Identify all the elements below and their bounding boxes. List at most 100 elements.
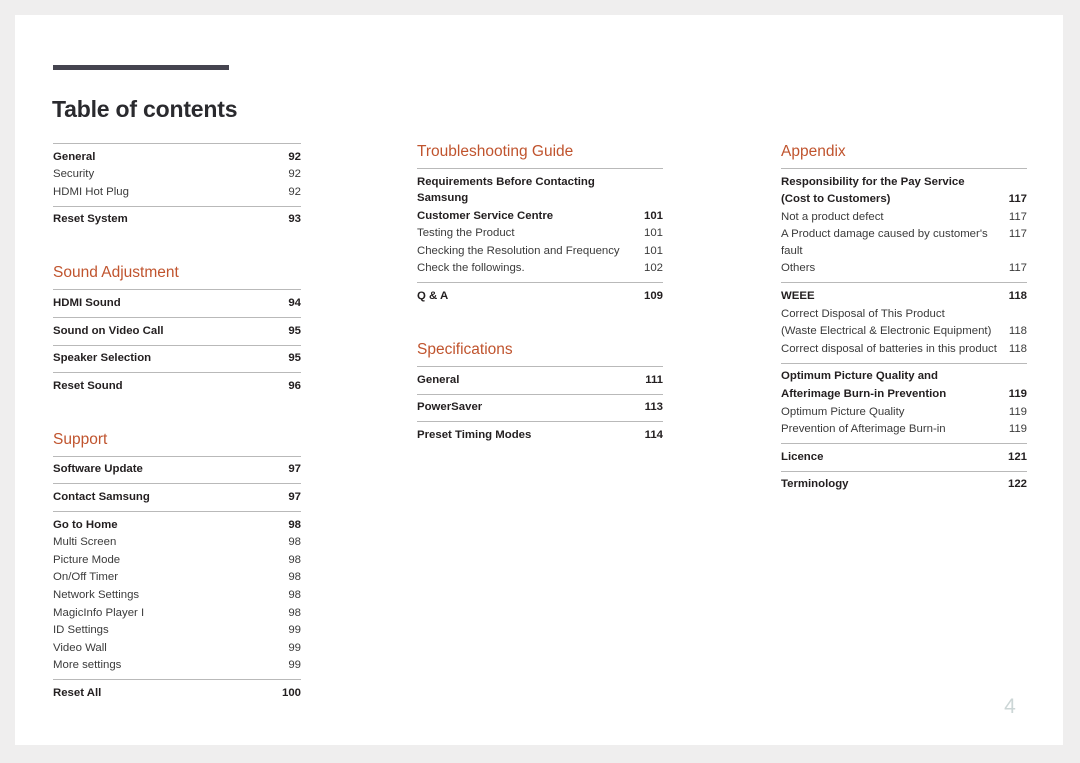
toc-entry[interactable]: Correct Disposal of This Product — [781, 305, 1027, 323]
toc-entry[interactable]: Video Wall 99 — [53, 639, 301, 657]
toc-entry[interactable]: Licence 121 — [781, 448, 1027, 466]
toc-entry[interactable]: Reset System 93 — [53, 211, 301, 229]
toc-entry-label: Preset Timing Modes — [417, 428, 532, 441]
toc-section-heading: Sound Adjustment — [53, 264, 179, 282]
toc-group: Preset Timing Modes 114 — [417, 421, 663, 449]
toc-entry-label: Customer Service Centre — [417, 209, 554, 222]
toc-entry[interactable]: Testing the Product 101 — [417, 225, 663, 243]
toc-column-left: General 92 Security 92 HDMI Hot Plug 92 Reset … — [53, 143, 301, 707]
toc-entry[interactable]: (Waste Electrical & Electronic Equipment… — [781, 323, 1027, 341]
toc-entry-page-number: 92 — [288, 185, 301, 198]
toc-entry-label: WEEE — [781, 290, 815, 303]
toc-entry-label: Multi Screen — [53, 536, 117, 549]
toc-entry-label: (Waste Electrical & Electronic Equipment… — [781, 325, 992, 338]
toc-entry-page-number: 95 — [288, 324, 301, 337]
toc-entry[interactable]: On/Off Timer 98 — [53, 569, 301, 587]
toc-entry-page-number: 98 — [288, 606, 301, 619]
toc-entry[interactable]: More settings 99 — [53, 657, 301, 675]
toc-section-heading: Specifications — [417, 341, 513, 359]
toc-entry-label: Network Settings — [53, 589, 140, 601]
toc-entry[interactable]: MagicInfo Player I 98 — [53, 604, 301, 622]
toc-entry[interactable]: Prevention of Afterimage Burn-in 119 — [781, 421, 1027, 439]
toc-entry-label: HDMI Sound — [53, 297, 121, 310]
toc-entry[interactable]: Afterimage Burn-in Prevention 119 — [781, 385, 1027, 403]
toc-section-heading: Troubleshooting Guide — [417, 143, 574, 160]
toc-entry-label: Terminology — [781, 478, 849, 491]
toc-entry-page-number: 101 — [643, 227, 663, 240]
toc-group: Go to Home 98 Multi Screen 98 Picture Mode 98… — [53, 511, 301, 679]
toc-section-heading: Support — [53, 430, 108, 448]
toc-entry-page-number: 113 — [644, 401, 663, 414]
toc-entry[interactable]: Speaker Selection 95 — [53, 350, 301, 368]
toc-entry-label: Reset Sound — [53, 379, 123, 392]
toc-entry-page-number: 121 — [1007, 450, 1027, 463]
toc-entry[interactable]: Go to Home 98 — [53, 516, 301, 534]
toc-entry[interactable]: PowerSaver 113 — [417, 399, 663, 417]
toc-entry[interactable]: WEEE 118 — [781, 287, 1027, 305]
toc-entry-page-number: 119 — [1008, 387, 1027, 400]
toc-entry[interactable]: Network Settings 98 — [53, 586, 301, 604]
toc-entry-label: Licence — [781, 450, 824, 463]
toc-entry-label: A Product damage caused by customer's fa… — [781, 228, 988, 257]
toc-entry[interactable]: Others 117 — [781, 260, 1027, 278]
toc-entry[interactable]: Reset All 100 — [53, 684, 301, 702]
toc-entry[interactable]: Customer Service Centre 101 — [417, 207, 663, 225]
toc-entry-label: General — [417, 373, 460, 386]
toc-entry-label: Speaker Selection — [53, 352, 152, 365]
toc-entry-page-number: 92 — [288, 168, 301, 181]
toc-entry[interactable]: Correct disposal of batteries in this pr… — [781, 340, 1027, 358]
toc-entry[interactable]: General 92 — [53, 148, 301, 166]
toc-entry[interactable]: Not a product defect 117 — [781, 208, 1027, 226]
toc-entry-label: Prevention of Afterimage Burn-in — [781, 423, 946, 436]
toc-entry-label: MagicInfo Player I — [53, 606, 145, 619]
toc-entry-label: Afterimage Burn-in Prevention — [781, 387, 947, 400]
toc-entry[interactable]: Picture Mode 98 — [53, 551, 301, 569]
toc-entry-page-number: 117 — [1008, 210, 1027, 223]
toc-entry-label: (Cost to Customers) — [781, 193, 891, 206]
toc-entry[interactable]: HDMI Sound 94 — [53, 294, 301, 312]
toc-entry[interactable]: Security 92 — [53, 166, 301, 184]
toc-entry[interactable]: (Cost to Customers) 117 — [781, 191, 1027, 209]
toc-entry-page-number: 98 — [288, 589, 301, 601]
toc-group: Reset System 93 — [53, 205, 301, 234]
toc-entry-label: Go to Home — [53, 518, 118, 531]
toc-entry[interactable]: Responsibility for the Pay Service — [781, 173, 1027, 191]
toc-entry[interactable]: Software Update 97 — [53, 461, 301, 479]
toc-entry-page-number: 119 — [1008, 423, 1027, 436]
toc-entry-page-number: 119 — [1008, 405, 1027, 418]
toc-entry-page-number: 114 — [644, 428, 663, 441]
toc-entry-label: Requirements Before Contacting Samsung — [417, 175, 595, 205]
toc-entry-page-number: 118 — [1008, 325, 1027, 338]
toc-entry[interactable]: HDMI Hot Plug 92 — [53, 183, 301, 201]
toc-entry-label: Correct Disposal of This Product — [781, 307, 945, 320]
toc-entry[interactable]: Terminology 122 — [781, 476, 1027, 494]
toc-entry[interactable]: Reset Sound 96 — [53, 377, 301, 395]
toc-entry[interactable]: Q & A 109 — [417, 287, 663, 305]
toc-entry[interactable]: Optimum Picture Quality and — [781, 368, 1027, 386]
toc-entry[interactable]: Checking the Resolution and Frequency 101 — [417, 242, 663, 260]
toc-entry-page-number: 98 — [288, 536, 301, 549]
toc-entry[interactable]: Optimum Picture Quality 119 — [781, 403, 1027, 421]
toc-entry[interactable]: Multi Screen 98 — [53, 534, 301, 552]
toc-entry-page-number: 94 — [288, 297, 301, 310]
toc-entry-page-number: 96 — [288, 379, 301, 392]
toc-entry-label: Sound on Video Call — [53, 324, 164, 337]
toc-entry-page-number: 117 — [1008, 193, 1027, 206]
toc-entry[interactable]: Sound on Video Call 95 — [53, 322, 301, 340]
toc-entry-label: General — [53, 150, 96, 163]
toc-entry[interactable]: ID Settings 99 — [53, 622, 301, 640]
toc-entry[interactable]: Check the followings. 102 — [417, 260, 663, 278]
toc-entry-page-number: 118 — [1008, 290, 1027, 303]
toc-entry[interactable]: Requirements Before Contacting Samsung — [417, 173, 663, 207]
toc-group: Requirements Before Contacting Samsung Cu… — [417, 168, 663, 282]
toc-entry[interactable]: Contact Samsung 97 — [53, 488, 301, 506]
page-number: 4 — [1004, 695, 1016, 718]
toc-entry-label: HDMI Hot Plug — [53, 185, 129, 198]
toc-entry[interactable]: General 111 — [417, 371, 663, 389]
toc-group: WEEE 118 Correct Disposal of This Product (… — [781, 282, 1027, 362]
toc-entry-label: Others — [781, 262, 816, 275]
toc-entry[interactable]: A Product damage caused by customer's fa… — [781, 226, 1027, 260]
toc-entry-page-number: 97 — [288, 463, 301, 476]
toc-group: HDMI Sound 94 — [53, 289, 301, 317]
toc-entry[interactable]: Preset Timing Modes 114 — [417, 426, 663, 444]
